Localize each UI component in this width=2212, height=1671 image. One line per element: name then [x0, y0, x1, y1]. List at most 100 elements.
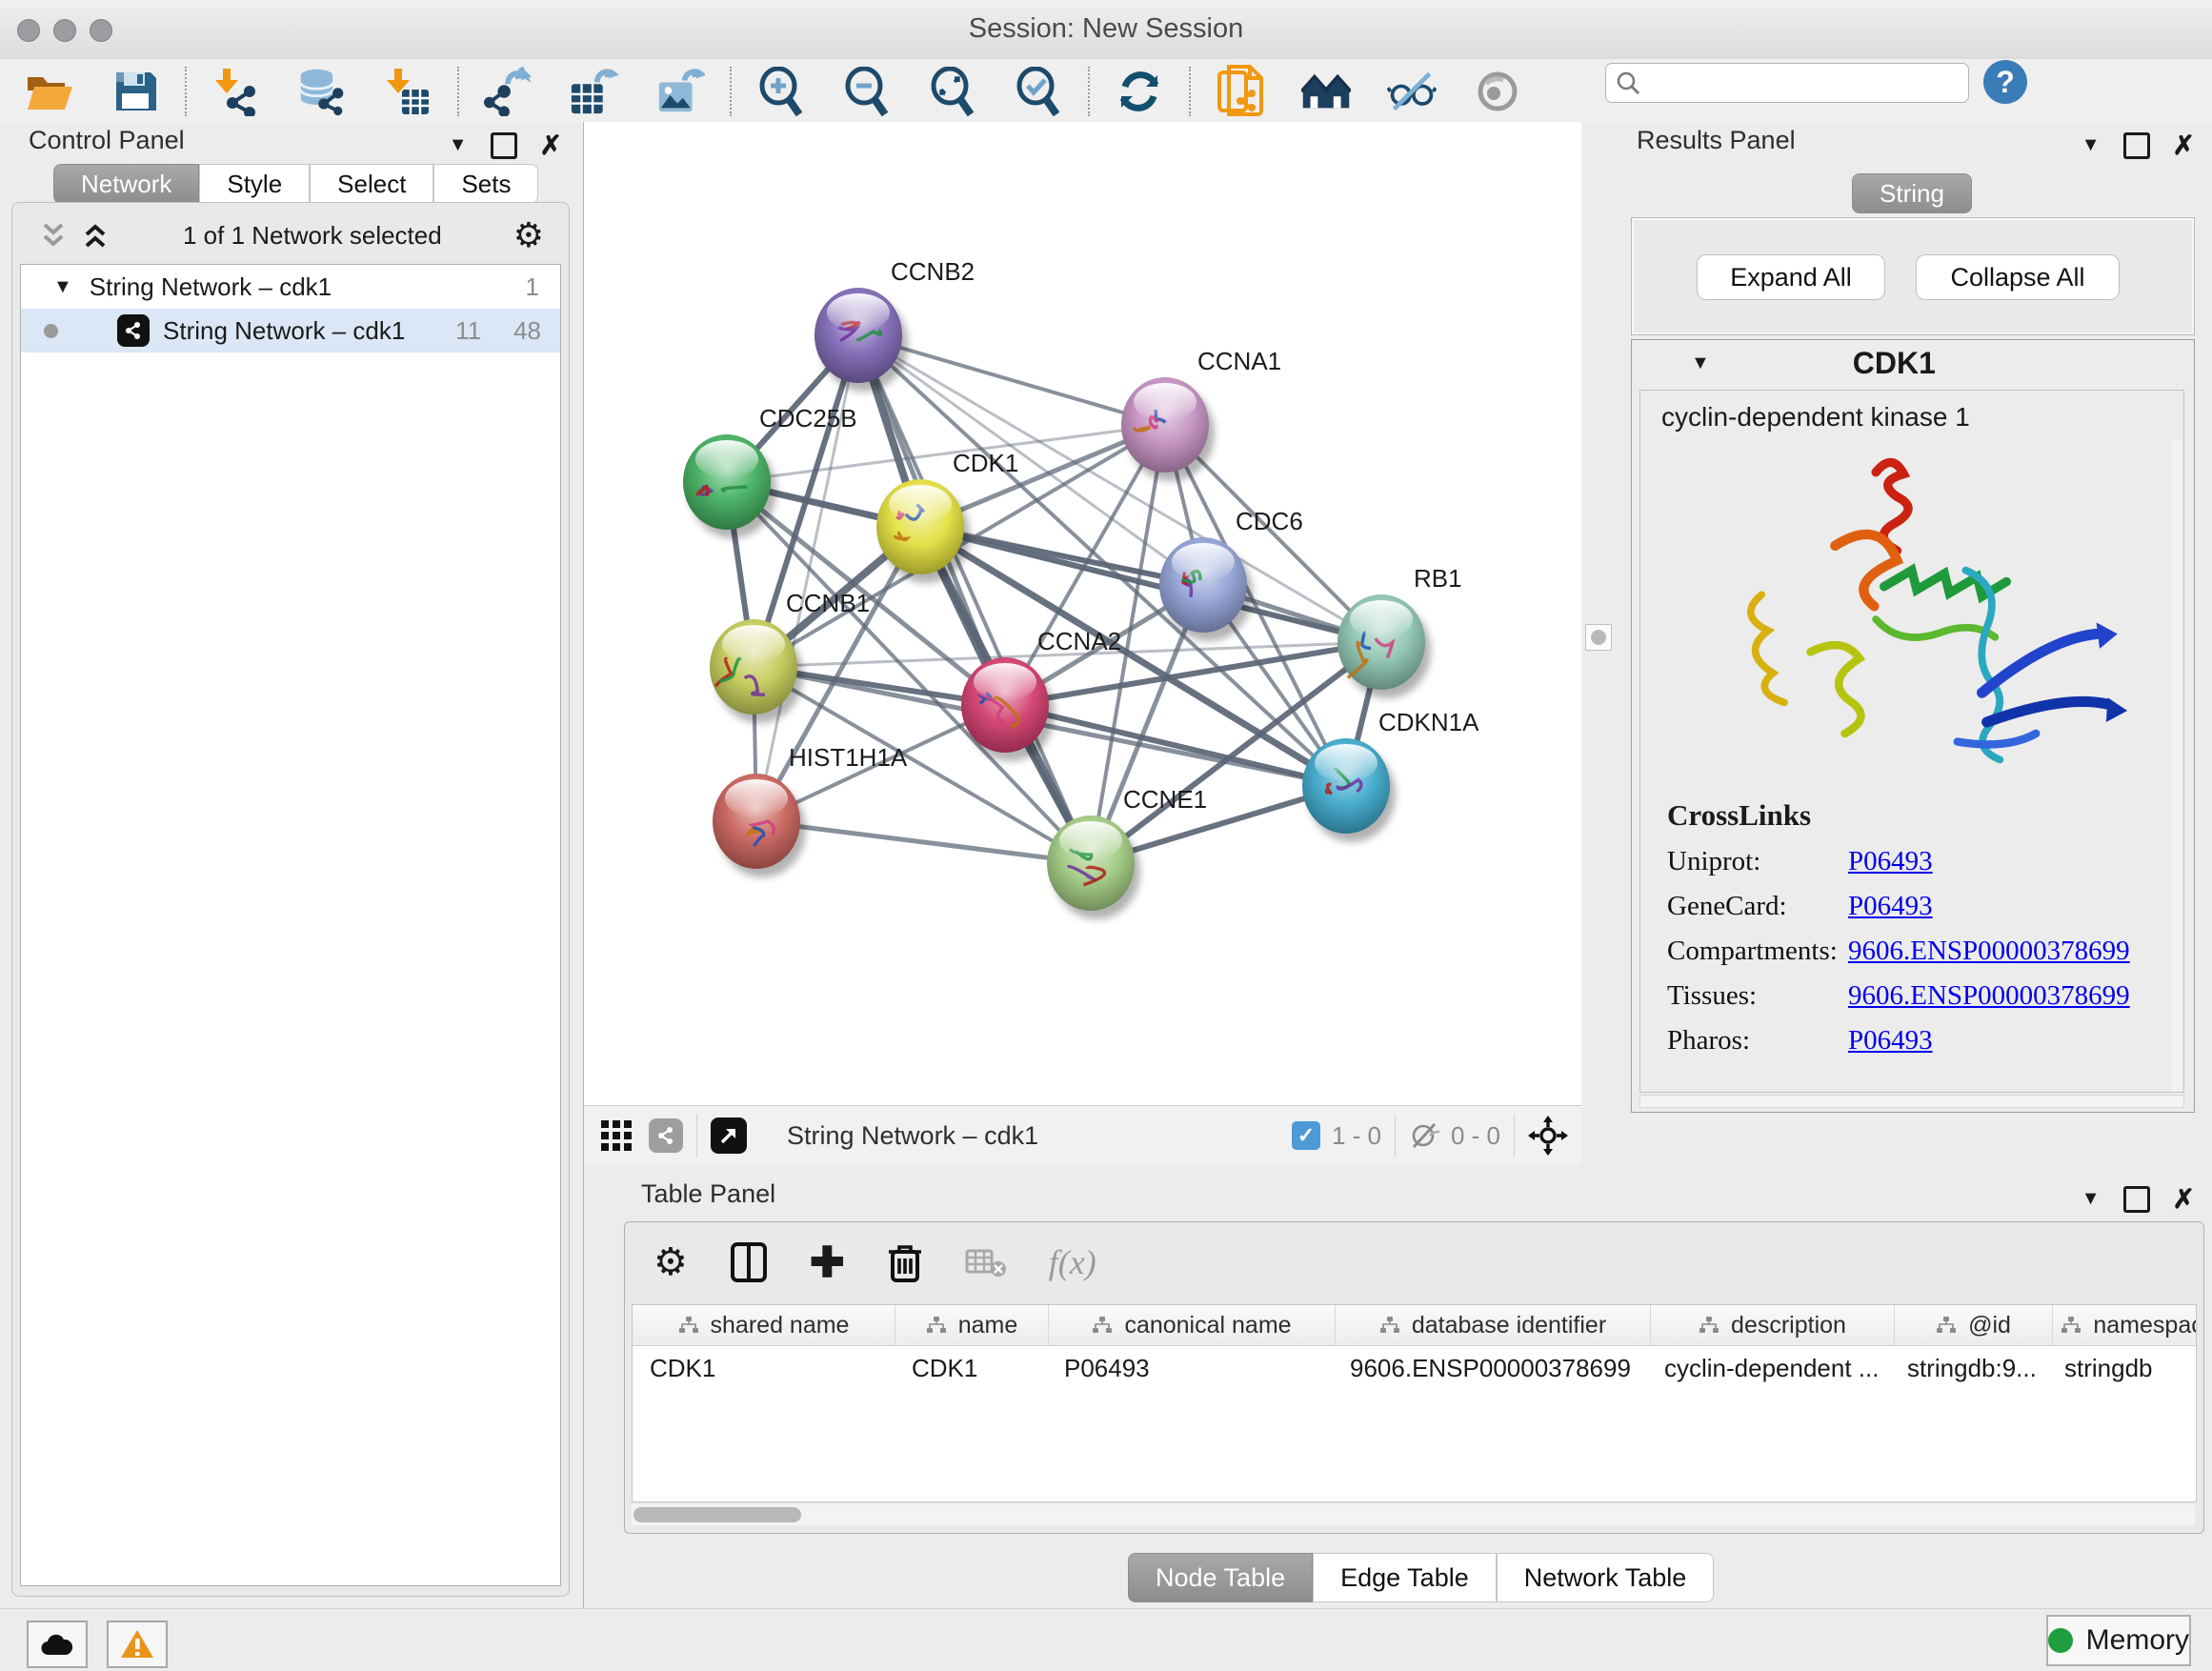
string-home-button[interactable] [1301, 67, 1351, 116]
table-cell[interactable]: 9606.ENSP00000378699 [1333, 1346, 1647, 1390]
open-in-new-window-icon[interactable] [711, 1117, 747, 1154]
table-scrollbar-thumb[interactable] [633, 1507, 801, 1522]
network-edge[interactable] [858, 335, 1091, 863]
export-network-button[interactable] [484, 67, 533, 116]
show-columns-icon[interactable] [730, 1241, 768, 1283]
network-node[interactable]: CCNA1 [1121, 347, 1281, 481]
help-button[interactable]: ? [1983, 60, 2027, 104]
status-bar: Memory [0, 1608, 2212, 1671]
tab-sets[interactable]: Sets [433, 164, 538, 204]
database-icon [297, 67, 347, 116]
column-header[interactable]: database identifier [1336, 1305, 1651, 1345]
crosslink-link[interactable]: 9606.ENSP00000378699 [1848, 980, 2130, 1012]
tab-style[interactable]: Style [199, 164, 310, 204]
export-image-button[interactable] [655, 67, 705, 116]
results-panel-menu-icon[interactable]: ▼ [2081, 134, 2101, 156]
table-panel-float-icon[interactable] [2123, 1186, 2150, 1213]
zoom-in-button[interactable] [756, 67, 806, 116]
collection-expander-icon[interactable]: ▼ [53, 276, 72, 298]
column-header[interactable]: description [1651, 1305, 1895, 1345]
birdseye-grid-icon[interactable] [599, 1118, 633, 1153]
table-cell[interactable]: P06493 [1047, 1346, 1333, 1390]
search-box[interactable] [1605, 63, 1969, 103]
table-panel-close-icon[interactable]: ✗ [2173, 1183, 2195, 1215]
crosslink-link[interactable]: P06493 [1848, 891, 1933, 922]
tab-network[interactable]: Network [53, 164, 199, 204]
crosslink-link[interactable]: P06493 [1848, 1025, 1933, 1057]
crosslink-link[interactable]: P06493 [1848, 846, 1933, 877]
column-header[interactable]: shared name [633, 1305, 895, 1345]
table-cell[interactable]: CDK1 [895, 1346, 1047, 1390]
table-cell[interactable]: stringdb [2047, 1346, 2197, 1390]
show-eye-button[interactable] [1473, 67, 1522, 116]
selected-nodes-checkbox[interactable]: ✓ [1292, 1121, 1320, 1150]
save-session-button[interactable] [111, 67, 160, 116]
import-network-file-button[interactable] [211, 67, 261, 116]
warning-button[interactable] [107, 1621, 168, 1668]
export-table-button[interactable] [570, 67, 619, 116]
refresh-button[interactable] [1115, 67, 1164, 116]
control-panel-float-icon[interactable] [491, 132, 517, 159]
network-canvas[interactable]: CCNB2CCNA1CDC25BCDK1CDC6RB1CCNB1CCNA2CDK… [584, 122, 1581, 1105]
cloud-button[interactable] [27, 1621, 88, 1668]
table-cell[interactable]: cyclin-dependent ... [1647, 1346, 1890, 1390]
zoom-out-button[interactable] [842, 67, 892, 116]
string-network-graph[interactable]: CCNB2CCNA1CDC25BCDK1CDC6RB1CCNB1CCNA2CDK… [584, 122, 1581, 1105]
network-collection-row[interactable]: ▼ String Network – cdk1 1 [21, 265, 560, 309]
control-panel-close-icon[interactable]: ✗ [540, 130, 562, 161]
network-node[interactable]: HIST1H1A [713, 743, 908, 877]
results-vertical-scrollbar[interactable] [2172, 440, 2182, 1093]
tab-network-table[interactable]: Network Table [1497, 1553, 1715, 1602]
table-row[interactable]: CDK1CDK1P064939606.ENSP00000378699cyclin… [633, 1346, 2196, 1390]
network-node[interactable]: CDC6 [1159, 507, 1303, 641]
results-panel-title: Results Panel [1637, 126, 1796, 155]
protein-section: ▼ CDK1 cyclin-dependent kinase 1 [1631, 339, 2195, 1113]
vertical-splitter[interactable] [1581, 122, 1624, 1164]
network-edge[interactable] [756, 821, 1091, 863]
expand-all-icon[interactable] [79, 221, 111, 250]
collapse-all-icon[interactable] [37, 221, 70, 250]
import-table-file-button[interactable] [383, 67, 432, 116]
tab-edge-table[interactable]: Edge Table [1313, 1553, 1497, 1602]
control-panel-menu-icon[interactable]: ▼ [449, 134, 468, 156]
network-node[interactable]: CDKN1A [1302, 708, 1479, 842]
expand-all-button[interactable]: Expand All [1697, 254, 1885, 300]
network-node[interactable]: CCNB2 [814, 257, 975, 392]
tab-select[interactable]: Select [310, 164, 433, 204]
zoom-selected-button[interactable] [1014, 67, 1063, 116]
pan-crosshair-icon[interactable] [1528, 1116, 1568, 1156]
column-header[interactable]: canonical name [1049, 1305, 1336, 1345]
network-row[interactable]: String Network – cdk1 11 48 [21, 309, 560, 352]
memory-button[interactable]: Memory [2046, 1615, 2191, 1666]
table-panel-menu-icon[interactable]: ▼ [2081, 1188, 2101, 1210]
table-cell[interactable]: stringdb:9... [1890, 1346, 2047, 1390]
splitter-collapse-button[interactable] [1585, 624, 1612, 651]
network-share-icon[interactable] [649, 1118, 683, 1153]
delete-column-trash-icon[interactable] [887, 1240, 923, 1284]
table-options-gear-icon[interactable]: ⚙ [654, 1243, 688, 1281]
tab-string[interactable]: String [1852, 173, 1972, 213]
column-header[interactable]: @id [1895, 1305, 2053, 1345]
import-network-database-button[interactable] [297, 67, 347, 116]
string-import-button[interactable] [1216, 67, 1265, 116]
column-header[interactable]: name [895, 1305, 1049, 1345]
network-node[interactable]: RB1 [1337, 564, 1462, 698]
table-cell[interactable]: CDK1 [633, 1346, 895, 1390]
results-horizontal-scrollbar[interactable] [1639, 1095, 2184, 1108]
protein-section-header[interactable]: ▼ CDK1 [1632, 340, 2194, 386]
tab-node-table[interactable]: Node Table [1128, 1553, 1313, 1602]
zoom-fit-button[interactable] [928, 67, 977, 116]
results-panel-close-icon[interactable]: ✗ [2173, 130, 2195, 161]
network-node[interactable]: CCNE1 [1047, 785, 1207, 919]
search-input[interactable] [1640, 69, 1959, 97]
column-header[interactable]: namespace [2053, 1305, 2197, 1345]
table-horizontal-scrollbar[interactable] [632, 1504, 2195, 1525]
create-column-plus-icon[interactable]: ✚ [810, 1238, 845, 1287]
open-session-button[interactable] [25, 67, 74, 116]
results-panel-float-icon[interactable] [2123, 132, 2150, 159]
collapse-all-button[interactable]: Collapse All [1916, 254, 2120, 300]
network-options-gear-icon[interactable]: ⚙ [513, 218, 544, 252]
hide-glasses-button[interactable] [1387, 67, 1437, 116]
protein-expander-icon[interactable]: ▼ [1691, 352, 1710, 374]
crosslink-link[interactable]: 9606.ENSP00000378699 [1848, 936, 2130, 967]
